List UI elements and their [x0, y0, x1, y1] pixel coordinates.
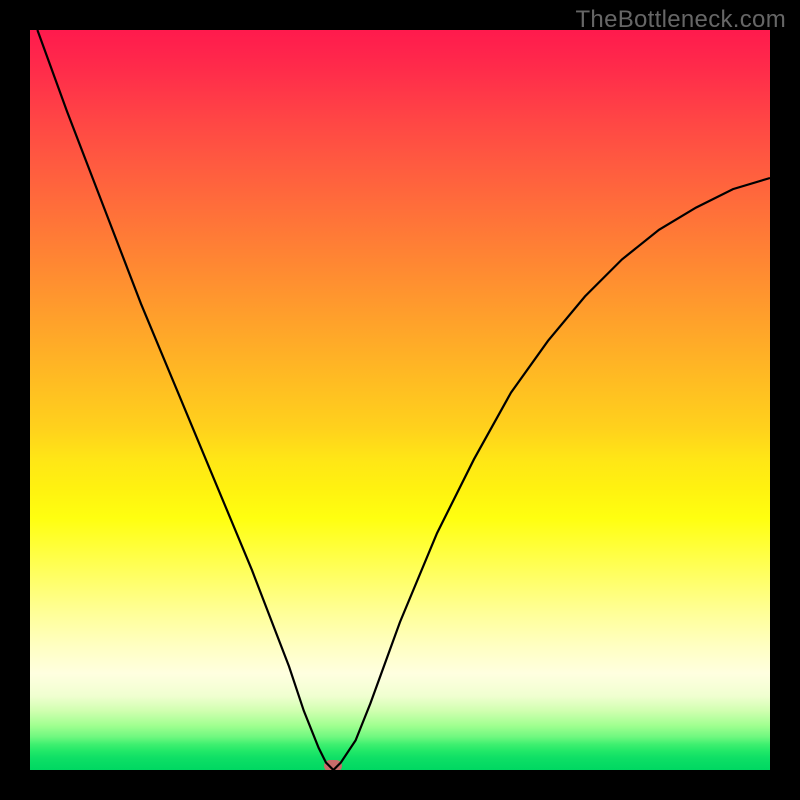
plot-area — [30, 30, 770, 770]
bottleneck-curve — [30, 30, 770, 770]
watermark-text: TheBottleneck.com — [575, 6, 786, 34]
